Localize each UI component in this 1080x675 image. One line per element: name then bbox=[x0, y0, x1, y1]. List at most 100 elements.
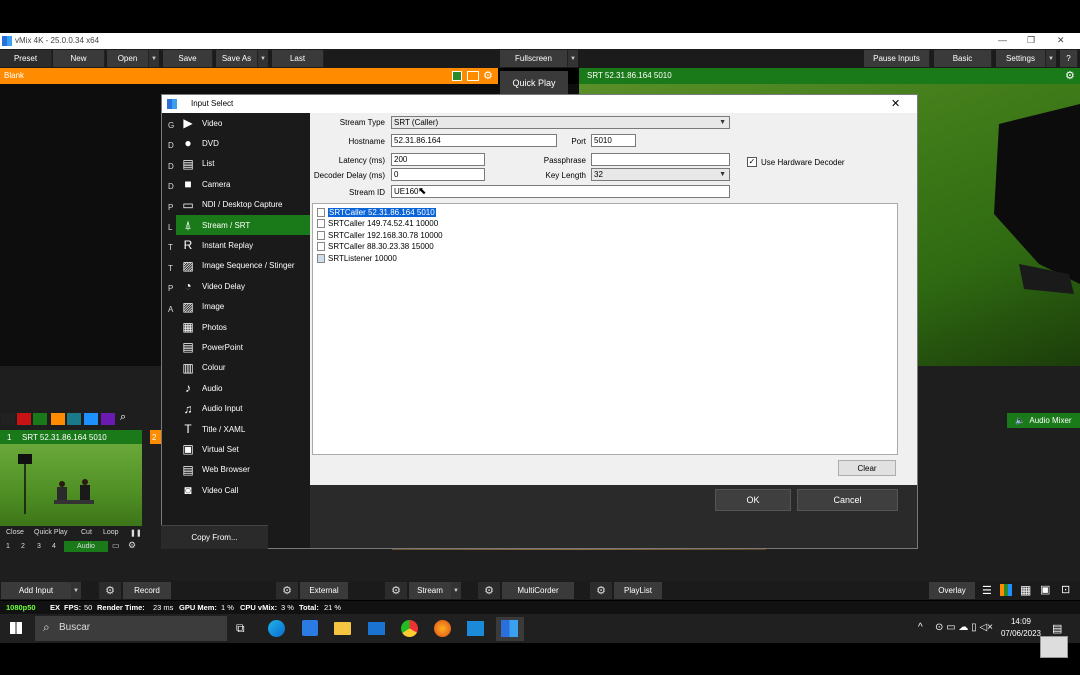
clock-date[interactable]: 07/06/2023 bbox=[997, 629, 1045, 638]
swatch-blue[interactable] bbox=[84, 413, 98, 425]
external-gear-icon[interactable]: ⚙ bbox=[276, 582, 298, 599]
monitor-icon[interactable]: ▭ bbox=[112, 541, 120, 550]
fullscreen-button[interactable]: Fullscreen bbox=[500, 50, 568, 67]
category-item[interactable]: ▤ List bbox=[176, 154, 310, 174]
port-input[interactable]: 5010 bbox=[591, 134, 636, 147]
pause-icon[interactable]: ❚❚ bbox=[130, 529, 142, 537]
swatch-orange[interactable] bbox=[51, 413, 65, 425]
category-item[interactable]: ▣ Virtual Set bbox=[176, 439, 310, 459]
category-item[interactable]: ▨ Image bbox=[176, 297, 310, 317]
quick-play-button[interactable]: Quick Play bbox=[500, 71, 568, 95]
gear-icon[interactable]: ⚙ bbox=[483, 69, 493, 82]
task-view-icon[interactable]: ⧉ bbox=[236, 621, 245, 636]
fullscreen-dropdown-icon[interactable]: ▼ bbox=[568, 50, 578, 67]
category-item[interactable]: ■ Camera bbox=[176, 174, 310, 194]
preset-button[interactable]: Preset bbox=[0, 50, 52, 67]
copy-from-button[interactable]: Copy From... bbox=[161, 525, 268, 549]
colour-icon[interactable] bbox=[452, 71, 462, 81]
record-button[interactable]: Record bbox=[123, 582, 171, 599]
stream-id-input[interactable]: UE160 bbox=[391, 185, 730, 198]
open-button[interactable]: Open bbox=[107, 50, 149, 67]
category-item[interactable]: ◙ Video Call bbox=[176, 480, 310, 500]
category-item[interactable]: ♪ Audio bbox=[176, 378, 310, 398]
close-icon[interactable]: ✕ bbox=[1057, 35, 1065, 46]
category-item[interactable]: ♫ Audio Input bbox=[176, 399, 310, 419]
output-gear-icon[interactable]: ⚙ bbox=[1065, 69, 1075, 82]
hw-decoder-checkbox[interactable]: ✓ bbox=[747, 157, 757, 167]
input-quickplay-button[interactable]: Quick Play bbox=[34, 529, 67, 536]
hamburger-icon[interactable]: ☰ bbox=[982, 584, 992, 597]
key-length-select[interactable]: 32 ▼ bbox=[591, 168, 730, 181]
srt-history-list[interactable]: SRTCaller 52.31.86.164 5010 SRTCaller 14… bbox=[312, 203, 898, 455]
category-item[interactable]: ● DVD bbox=[176, 133, 310, 153]
mail-icon[interactable] bbox=[368, 622, 385, 635]
taskbar-search[interactable]: ⌕ Buscar bbox=[35, 616, 227, 641]
playlist-button[interactable]: PlayList bbox=[614, 582, 662, 599]
screen-icon[interactable] bbox=[467, 71, 479, 81]
category-item[interactable]: ▤ Web Browser bbox=[176, 460, 310, 480]
swatch-red[interactable] bbox=[17, 413, 31, 425]
audio-levels-icon[interactable] bbox=[1000, 584, 1012, 596]
category-item[interactable]: ▭ NDI / Desktop Capture bbox=[176, 195, 310, 215]
save-button[interactable]: Save bbox=[163, 50, 213, 67]
store-icon[interactable] bbox=[302, 620, 318, 636]
settings-button[interactable]: Settings bbox=[996, 50, 1046, 67]
tray-chevron-icon[interactable]: ^ bbox=[918, 622, 923, 633]
overlay-4-button[interactable]: 4 bbox=[52, 543, 56, 550]
passphrase-input[interactable] bbox=[591, 153, 730, 166]
stream-dropdown-icon[interactable]: ▼ bbox=[451, 582, 461, 599]
category-item[interactable]: ⍋ Stream / SRT bbox=[176, 215, 310, 235]
add-input-button[interactable]: Add Input bbox=[1, 582, 71, 599]
help-button[interactable]: ? bbox=[1060, 50, 1078, 67]
chrome-icon[interactable] bbox=[401, 620, 418, 637]
open-dropdown-icon[interactable]: ▼ bbox=[149, 50, 159, 67]
input-cut-button[interactable]: Cut bbox=[81, 529, 92, 536]
list-item[interactable]: SRTCaller 88.30.23.38 15000 bbox=[317, 241, 434, 252]
multicorder-button[interactable]: MultiCorder bbox=[502, 582, 574, 599]
minimize-icon[interactable]: — bbox=[998, 35, 1007, 45]
stream-gear-icon[interactable]: ⚙ bbox=[385, 582, 407, 599]
settings-dropdown-icon[interactable]: ▼ bbox=[1046, 50, 1056, 67]
category-item[interactable]: ▶ Video bbox=[176, 113, 310, 133]
swatch-green[interactable] bbox=[33, 413, 47, 425]
edge-icon[interactable] bbox=[268, 620, 285, 637]
windows-start-icon[interactable] bbox=[10, 622, 22, 634]
clock-time[interactable]: 14:09 bbox=[1001, 617, 1041, 626]
overlay-2-button[interactable]: 2 bbox=[21, 543, 25, 550]
vmix-taskbar-icon[interactable] bbox=[501, 620, 518, 637]
category-item[interactable]: ▤ PowerPoint bbox=[176, 337, 310, 357]
input-gear-icon[interactable]: ⚙ bbox=[128, 540, 136, 551]
overlay-1-button[interactable]: 1 bbox=[6, 543, 10, 550]
notifications-icon[interactable]: ▤ bbox=[1052, 622, 1062, 635]
dialog-close-icon[interactable]: ✕ bbox=[891, 97, 900, 110]
save-as-button[interactable]: Save As bbox=[216, 50, 258, 67]
input-audio-button[interactable]: Audio bbox=[64, 541, 108, 552]
search-icon[interactable]: ⌕ bbox=[120, 411, 126, 424]
overlay-3-button[interactable]: 3 bbox=[37, 543, 41, 550]
input-1-thumbnail[interactable] bbox=[0, 444, 142, 526]
save-as-dropdown-icon[interactable]: ▼ bbox=[258, 50, 268, 67]
record-gear-icon[interactable]: ⚙ bbox=[99, 582, 121, 599]
clear-button[interactable]: Clear bbox=[838, 460, 896, 476]
snapshot-icon[interactable]: ▣ bbox=[1040, 583, 1050, 596]
pause-inputs-button[interactable]: Pause Inputs bbox=[864, 50, 930, 67]
playlist-gear-icon[interactable]: ⚙ bbox=[590, 582, 612, 599]
tray-icons[interactable]: ⊙ ▭ ☁ ▯ ◁× bbox=[935, 622, 993, 633]
audio-mixer-button[interactable]: 🔈 Audio Mixer bbox=[1007, 413, 1080, 428]
last-button[interactable]: Last bbox=[272, 50, 324, 67]
add-input-dropdown-icon[interactable]: ▼ bbox=[71, 582, 81, 599]
ok-button[interactable]: OK bbox=[715, 489, 791, 511]
grid-icon[interactable]: ▦ bbox=[1020, 583, 1031, 597]
category-item[interactable]: T Title / XAML bbox=[176, 419, 310, 439]
firefox-icon[interactable] bbox=[434, 620, 451, 637]
category-item[interactable]: ▨ Image Sequence / Stinger bbox=[176, 256, 310, 276]
category-item[interactable]: ◔ Video Delay bbox=[176, 276, 310, 296]
category-item[interactable]: ▦ Photos bbox=[176, 317, 310, 337]
restore-icon[interactable]: ❐ bbox=[1027, 35, 1035, 46]
list-item[interactable]: SRTCaller 52.31.86.164 5010 bbox=[317, 207, 436, 218]
overlay-button[interactable]: Overlay bbox=[929, 582, 975, 599]
hostname-input[interactable]: 52.31.86.164 bbox=[391, 134, 557, 147]
cancel-button[interactable]: Cancel bbox=[797, 489, 898, 511]
decoder-delay-input[interactable]: 0 bbox=[391, 168, 485, 181]
app-window-icon[interactable] bbox=[467, 621, 484, 636]
